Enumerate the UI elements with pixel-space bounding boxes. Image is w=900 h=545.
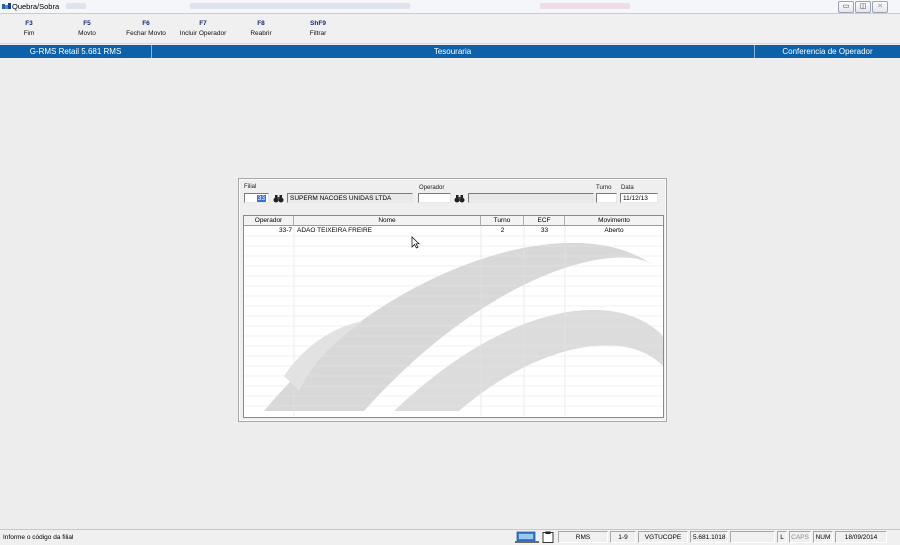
window-titlebar: Quebra/Sobra ▭ ◫ ✕: [0, 0, 900, 14]
status-message: Informe o código da filial: [3, 534, 74, 541]
grid-header: Operador Nome Turno ECF Movimento: [244, 216, 663, 226]
search-binoculars-icon[interactable]: [273, 194, 284, 203]
fkey-fechar-movto-button[interactable]: F6 Fechar Movto: [121, 20, 171, 37]
conferencia-dialog: Filial 33 SUPERM NACOES UNIDAS LTDA Oper…: [238, 178, 667, 422]
grid-lines: [244, 226, 663, 416]
fkey-label: Movto: [78, 30, 96, 37]
module-header-bar: G-RMS Retail 5.681 RMS Tesouraria Confer…: [0, 45, 900, 58]
module-title: Tesouraria: [151, 45, 755, 58]
app-icon: [2, 3, 11, 9]
column-header-turno[interactable]: Turno: [481, 216, 524, 225]
fkey-incluir-operador-button[interactable]: F7 Incluir Operador: [175, 20, 231, 37]
cell-movimento: Aberto: [604, 227, 624, 234]
status-range: 1-9: [610, 531, 636, 543]
taskbar-ghost: [190, 3, 410, 9]
filial-code-value: 33: [256, 195, 266, 202]
fkey-label: Reabrir: [250, 30, 272, 37]
column-header-operador[interactable]: Operador: [244, 216, 294, 225]
fkey-code: F6: [142, 20, 150, 27]
fkey-filtrar-button[interactable]: ShF9 Filtrar: [304, 20, 332, 37]
minimize-button[interactable]: ▭: [838, 1, 854, 13]
turno-input[interactable]: [596, 193, 617, 203]
operador-name-field: [468, 193, 594, 203]
operador-input[interactable]: [418, 193, 451, 203]
fkey-code: ShF9: [310, 20, 326, 27]
data-input[interactable]: 11/12/13: [620, 193, 658, 203]
fkey-reabrir-button[interactable]: F8 Reabrir: [246, 20, 276, 37]
restore-button[interactable]: ◫: [855, 1, 871, 13]
data-label: Data: [621, 185, 634, 191]
turno-label: Turno: [596, 185, 612, 191]
fkey-code: F8: [257, 20, 265, 27]
filial-code-input[interactable]: 33: [244, 193, 269, 203]
status-indicator-caps: CAPS: [789, 531, 811, 543]
column-header-nome[interactable]: Nome: [294, 216, 481, 225]
column-header-movimento[interactable]: Movimento: [565, 216, 663, 225]
fkey-label: Filtrar: [309, 30, 327, 37]
table-row[interactable]: 33-7 ADAO TEIXEIRA FREIRE 2 33 Aberto: [244, 226, 663, 236]
fkey-code: F5: [83, 20, 91, 27]
cell-ecf: 33: [540, 227, 549, 234]
mouse-cursor-icon: [411, 236, 420, 249]
app-version: G-RMS Retail 5.681 RMS: [0, 45, 152, 58]
screen-title: Conferencia de Operador: [782, 47, 873, 56]
fkey-code: F3: [25, 20, 33, 27]
clipboard-icon: [542, 531, 554, 543]
status-system: RMS: [558, 531, 608, 543]
search-binoculars-icon[interactable]: [454, 194, 465, 203]
window-title: Quebra/Sobra: [12, 2, 60, 11]
status-bar: Informe o código da filial RMS 1-9 VGTUC…: [0, 529, 900, 545]
fkey-code: F7: [199, 20, 207, 27]
operador-label: Operador: [419, 185, 445, 191]
status-date: 18/09/2014: [835, 531, 887, 543]
status-indicator-l: L: [777, 531, 787, 543]
cell-turno: 2: [500, 227, 505, 234]
filial-label: Filial: [244, 184, 257, 190]
cell-nome: ADAO TEIXEIRA FREIRE: [297, 227, 373, 234]
filial-name-field: SUPERM NACOES UNIDAS LTDA: [287, 193, 413, 203]
fkey-label: Incluir Operador: [179, 30, 227, 37]
fkey-label: Fechar Movto: [126, 30, 166, 37]
fkey-fim-button[interactable]: F3 Fim: [18, 20, 40, 37]
column-header-ecf[interactable]: ECF: [524, 216, 565, 225]
taskbar-ghost: [66, 3, 86, 9]
operador-grid[interactable]: Operador Nome Turno ECF Movimento 33-7 A…: [243, 215, 664, 418]
network-computer-icon: [515, 531, 539, 543]
status-version: 5.681.1018: [690, 531, 728, 543]
taskbar-ghost: [540, 3, 630, 9]
status-indicator-num: NUM: [813, 531, 833, 543]
close-button[interactable]: ✕: [872, 1, 888, 13]
fkey-movto-button[interactable]: F5 Movto: [73, 20, 101, 37]
status-blank: [730, 531, 775, 543]
cell-operador: 33-7: [278, 227, 292, 234]
status-program: VGTUCOPE: [638, 531, 688, 543]
function-key-toolbar: F3 Fim F5 Movto F6 Fechar Movto F7 Inclu…: [0, 14, 900, 44]
fkey-label: Fim: [23, 30, 35, 37]
